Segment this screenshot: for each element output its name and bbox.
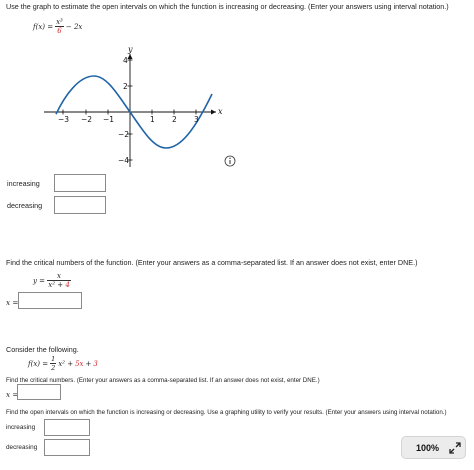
- q3-increasing-input[interactable]: [44, 419, 90, 436]
- q1-increasing-input[interactable]: [54, 174, 106, 192]
- q3-fx-plus: +: [85, 359, 92, 368]
- q3-fx-term: 5x: [75, 359, 84, 368]
- q2-numerator: x: [47, 272, 71, 281]
- q3-fx-const: 3: [93, 359, 98, 368]
- zoom-level: 100%: [416, 443, 440, 453]
- q1-graph: −3 −2 −1 1 2 3 4 2 −2 −4 y x: [44, 45, 236, 167]
- q3-open-instruction: Find the open intervals on which the fun…: [6, 409, 447, 416]
- q2-y-lhs: y =: [33, 276, 46, 285]
- q3-x-input[interactable]: [17, 384, 61, 400]
- y-axis-label: y: [127, 45, 133, 54]
- expand-icon[interactable]: [449, 442, 461, 454]
- y-tick-label: −2: [118, 130, 129, 139]
- q1-increasing-label: increasing: [7, 179, 40, 188]
- x-tick-label: −3: [58, 115, 69, 124]
- q2-x-input[interactable]: [18, 292, 82, 309]
- q3-consider: Consider the following.: [6, 345, 79, 354]
- x-axis-arrow: [211, 109, 216, 115]
- q2-x-label: x =: [6, 298, 19, 307]
- zoom-control[interactable]: 100%: [401, 436, 466, 459]
- info-icon[interactable]: [224, 155, 236, 167]
- q2-denominator: x² + 4: [48, 281, 70, 289]
- q1-decreasing-input[interactable]: [54, 196, 106, 214]
- q3-function: f(x) = 1 2 x² + 5x + 3: [28, 355, 98, 372]
- q3-fx-lhs: f(x) =: [28, 359, 49, 368]
- q3-decreasing-input[interactable]: [44, 439, 90, 456]
- x-tick-label: 2: [172, 115, 177, 124]
- x-tick-label: 3: [194, 115, 199, 124]
- q1-decreasing-label: decreasing: [7, 201, 43, 210]
- y-axis-arrow: [127, 54, 133, 59]
- q3-frac-num: 1: [50, 355, 57, 364]
- y-tick-label: −4: [118, 156, 129, 165]
- q2-function: y = x x² + 4: [33, 272, 71, 289]
- q2-instruction: Find the critical numbers of the functio…: [6, 258, 418, 267]
- x-tick-label: 1: [150, 115, 155, 124]
- q3-decreasing-label: decreasing: [6, 444, 38, 451]
- x-tick-label: −2: [81, 115, 92, 124]
- y-tick-label: 4: [123, 56, 128, 65]
- q3-frac-den: 2: [51, 364, 56, 372]
- q3-increasing-label: increasing: [6, 424, 36, 431]
- x-axis-label: x: [218, 107, 223, 116]
- y-tick-label: 2: [123, 82, 128, 91]
- q3-fx-mid: x² +: [58, 359, 74, 368]
- x-tick-label: −1: [103, 115, 114, 124]
